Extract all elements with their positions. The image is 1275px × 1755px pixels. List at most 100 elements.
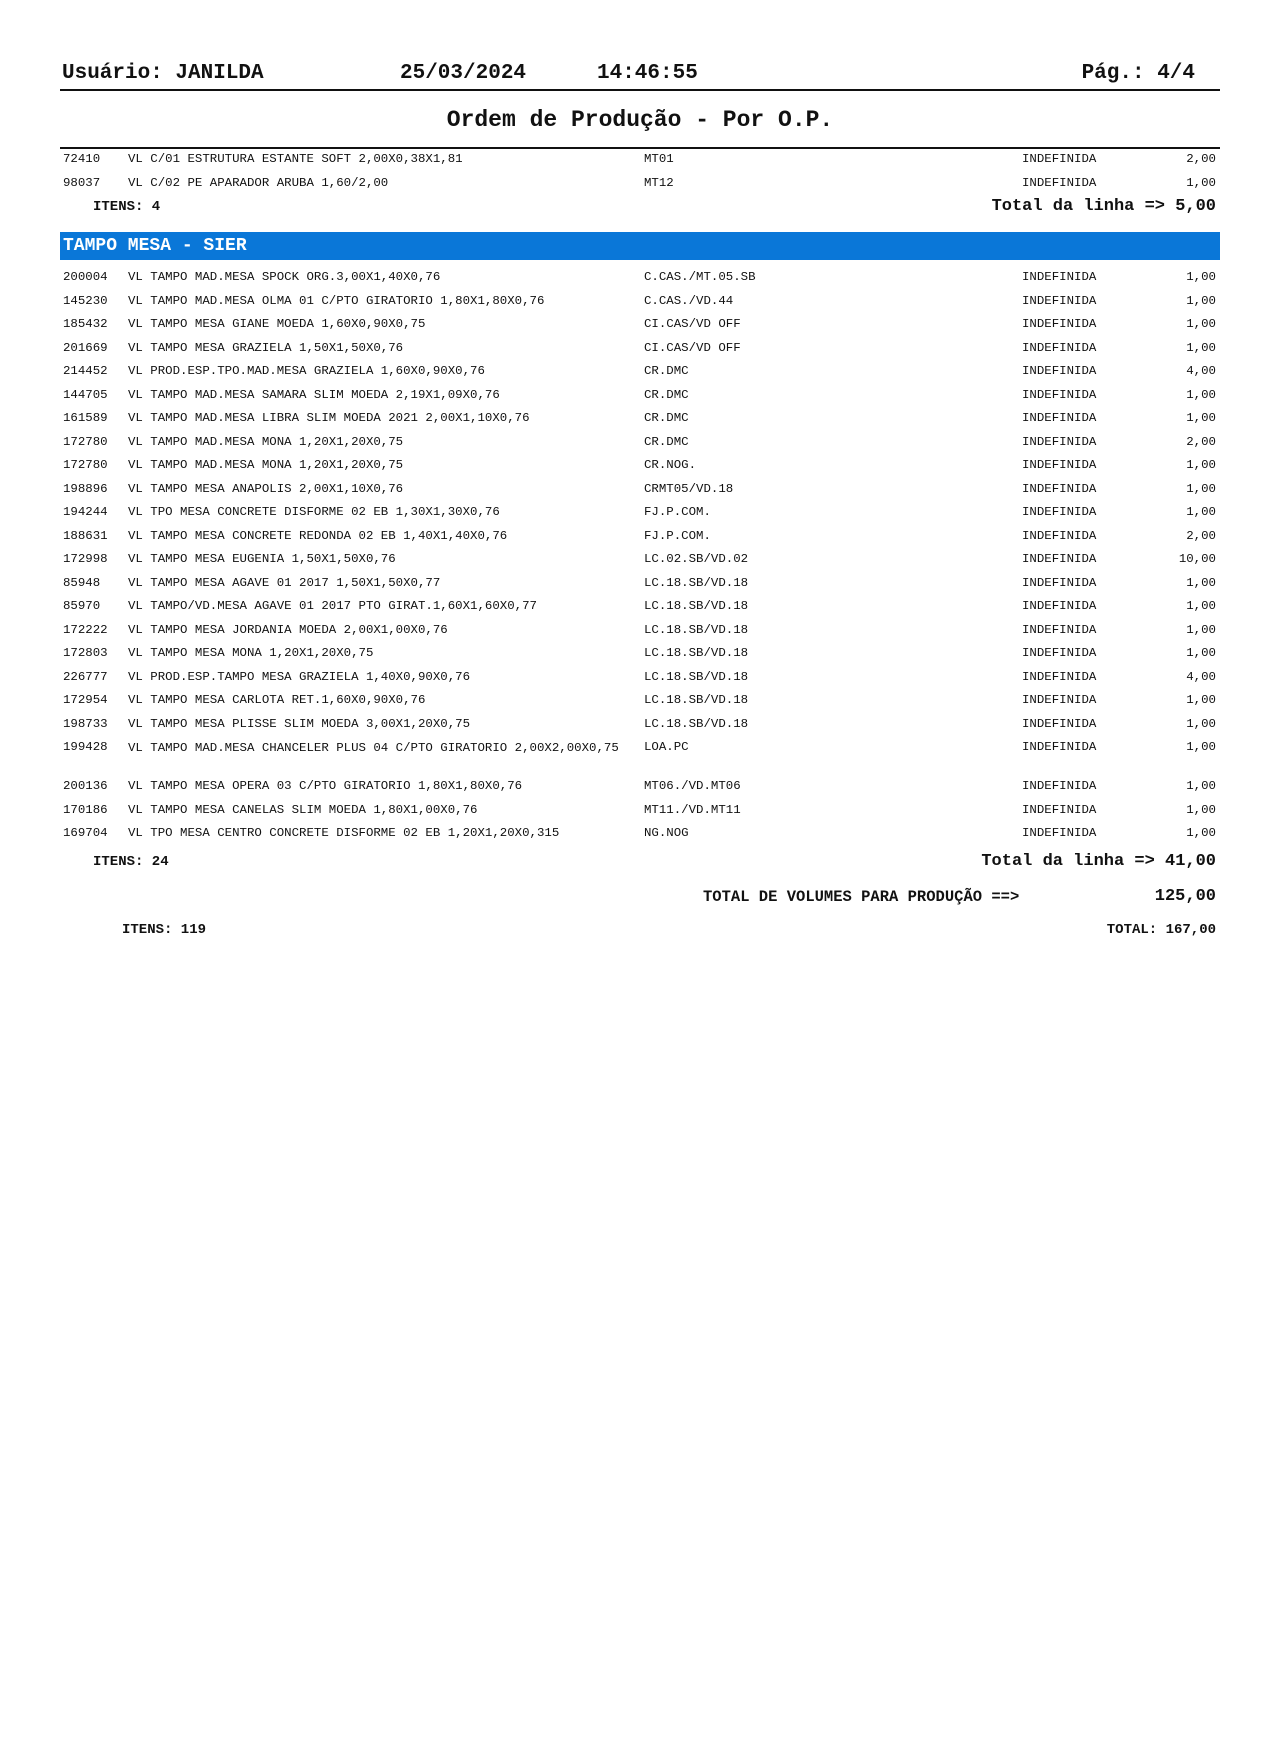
volumes-value: 125,00 <box>1154 887 1216 906</box>
table-row: 200004 VL TAMPO MAD.MESA SPOCK ORG.3,00X1… <box>60 266 1220 290</box>
grand-items: ITENS: 119 <box>122 922 207 938</box>
table-row: 172780 VL TAMPO MAD.MESA MONA 1,20X1,20X0… <box>60 431 1220 455</box>
item-code: 214452 <box>63 364 108 378</box>
item-description: VL TAMPO MESA AGAVE 01 2017 1,50X1,50X0,… <box>128 575 441 590</box>
item-description: VL TAMPO MESA CANELAS SLIM MOEDA 1,80X1,… <box>128 802 478 817</box>
item-quantity: 4,00 <box>1186 669 1216 684</box>
item-quantity: 2,00 <box>1186 528 1216 543</box>
item-status: INDEFINIDA <box>1022 779 1097 793</box>
item-quantity: 1,00 <box>1186 826 1216 840</box>
item-status: INDEFINIDA <box>1022 802 1097 817</box>
item-location: LC.18.SB/VD.18 <box>644 575 749 590</box>
group-rows: 200004 VL TAMPO MAD.MESA SPOCK ORG.3,00X1… <box>60 266 1220 846</box>
item-code: 172998 <box>63 552 108 566</box>
item-quantity: 1,00 <box>1186 599 1216 613</box>
item-location: MT12 <box>644 175 674 190</box>
table-row: 214452 VL PROD.ESP.TPO.MAD.MESA GRAZIELA … <box>60 360 1220 384</box>
item-quantity: 2,00 <box>1186 152 1216 166</box>
item-code: 201669 <box>63 340 108 355</box>
item-code: 170186 <box>63 802 108 817</box>
item-code: 85970 <box>63 599 101 613</box>
item-quantity: 1,00 <box>1186 317 1216 331</box>
item-status: INDEFINIDA <box>1022 552 1097 566</box>
item-description: VL C/01 ESTRUTURA ESTANTE SOFT 2,00X0,38… <box>128 152 463 166</box>
item-description: VL TAMPO MESA GIANE MOEDA 1,60X0,90X0,75 <box>128 317 426 331</box>
item-code: 144705 <box>63 387 108 402</box>
item-quantity: 1,00 <box>1186 458 1216 472</box>
item-location: CI.CAS/VD OFF <box>644 317 741 331</box>
item-quantity: 1,00 <box>1186 802 1216 817</box>
item-location: FJ.P.COM. <box>644 505 711 519</box>
item-description: VL TAMPO MAD.MESA CHANCELER PLUS 04 C/PT… <box>128 740 619 755</box>
group-summary: ITENS: 24 Total da linha => 41,00 <box>60 852 1220 878</box>
item-code: 200136 <box>63 779 108 793</box>
table-row: 199428 VL TAMPO MAD.MESA CHANCELER PLUS 0… <box>60 736 1220 775</box>
item-code: 98037 <box>63 175 101 190</box>
group-header: TAMPO MESA - SIER <box>60 232 1220 260</box>
item-description: VL PROD.ESP.TPO.MAD.MESA GRAZIELA 1,60X0… <box>128 364 485 378</box>
item-code: 172803 <box>63 646 108 660</box>
table-row: 161589 VL TAMPO MAD.MESA LIBRA SLIM MOEDA… <box>60 407 1220 431</box>
item-status: INDEFINIDA <box>1022 387 1097 402</box>
item-description: VL TAMPO MAD.MESA SPOCK ORG.3,00X1,40X0,… <box>128 270 441 284</box>
item-location: LC.18.SB/VD.18 <box>644 669 749 684</box>
item-code: 145230 <box>63 293 108 308</box>
table-row: 144705 VL TAMPO MAD.MESA SAMARA SLIM MOED… <box>60 384 1220 408</box>
item-description: VL TPO MESA CONCRETE DISFORME 02 EB 1,30… <box>128 505 500 519</box>
item-status: INDEFINIDA <box>1022 528 1097 543</box>
item-code: 198896 <box>63 481 108 496</box>
item-code: 188631 <box>63 528 108 543</box>
item-quantity: 1,00 <box>1186 175 1216 190</box>
group-title: TAMPO MESA - SIER <box>63 236 247 256</box>
first-block-rows: 72410 VL C/01 ESTRUTURA ESTANTE SOFT 2,00… <box>60 148 1220 195</box>
item-status: INDEFINIDA <box>1022 826 1097 840</box>
item-status: INDEFINIDA <box>1022 411 1097 425</box>
item-quantity: 1,00 <box>1186 505 1216 519</box>
volumes-label: TOTAL DE VOLUMES PARA PRODUÇÃO ==> <box>703 888 1020 906</box>
item-location: CR.DMC <box>644 387 689 402</box>
item-quantity: 1,00 <box>1186 693 1216 707</box>
table-row: 194244 VL TPO MESA CONCRETE DISFORME 02 E… <box>60 501 1220 525</box>
item-code: 198733 <box>63 716 108 731</box>
item-quantity: 1,00 <box>1186 411 1216 425</box>
page-number: Pág.: 4/4 <box>1081 62 1195 85</box>
item-status: INDEFINIDA <box>1022 622 1097 637</box>
table-row: 98037 VL C/02 PE APARADOR ARUBA 1,60/2,00… <box>60 172 1220 196</box>
item-location: C.CAS./MT.05.SB <box>644 270 756 284</box>
item-status: INDEFINIDA <box>1022 340 1097 355</box>
item-description: VL TAMPO MAD.MESA SAMARA SLIM MOEDA 2,19… <box>128 387 500 402</box>
grand-total: TOTAL: 167,00 <box>1106 922 1216 938</box>
item-status: INDEFINIDA <box>1022 152 1097 166</box>
item-status: INDEFINIDA <box>1022 434 1097 449</box>
table-row: 226777 VL PROD.ESP.TAMPO MESA GRAZIELA 1,… <box>60 666 1220 690</box>
table-row: 172222 VL TAMPO MESA JORDANIA MOEDA 2,00X… <box>60 619 1220 643</box>
item-code: 226777 <box>63 669 108 684</box>
item-quantity: 1,00 <box>1186 340 1216 355</box>
item-quantity: 10,00 <box>1178 552 1216 566</box>
first-block-summary: ITENS: 4 Total da linha => 5,00 <box>60 197 1220 223</box>
item-description: VL TAMPO MAD.MESA OLMA 01 C/PTO GIRATORI… <box>128 293 545 308</box>
item-quantity: 1,00 <box>1186 740 1216 754</box>
item-status: INDEFINIDA <box>1022 505 1097 519</box>
item-location: MT01 <box>644 152 674 166</box>
item-location: LC.18.SB/VD.18 <box>644 693 749 707</box>
item-quantity: 1,00 <box>1186 387 1216 402</box>
group-total: Total da linha => 41,00 <box>981 852 1216 871</box>
item-location: CR.DMC <box>644 364 689 378</box>
item-description: VL TAMPO MESA CONCRETE REDONDA 02 EB 1,4… <box>128 528 508 543</box>
item-location: FJ.P.COM. <box>644 528 711 543</box>
item-description: VL TAMPO MESA JORDANIA MOEDA 2,00X1,00X0… <box>128 622 448 637</box>
item-code: 169704 <box>63 826 108 840</box>
item-status: INDEFINIDA <box>1022 481 1097 496</box>
report-title: Ordem de Produção - Por O.P. <box>446 107 834 133</box>
table-row: 172954 VL TAMPO MESA CARLOTA RET.1,60X0,9… <box>60 689 1220 713</box>
table-row: 145230 VL TAMPO MAD.MESA OLMA 01 C/PTO GI… <box>60 290 1220 314</box>
item-description: VL TAMPO MAD.MESA MONA 1,20X1,20X0,75 <box>128 434 404 449</box>
item-code: 172222 <box>63 622 108 637</box>
item-location: CR.NOG. <box>644 458 697 472</box>
item-location: MT06./VD.MT06 <box>644 779 741 793</box>
table-row: 198896 VL TAMPO MESA ANAPOLIS 2,00X1,10X0… <box>60 478 1220 502</box>
item-description: VL TAMPO/VD.MESA AGAVE 01 2017 PTO GIRAT… <box>128 599 537 613</box>
item-quantity: 1,00 <box>1186 481 1216 496</box>
header-divider <box>60 89 1220 91</box>
